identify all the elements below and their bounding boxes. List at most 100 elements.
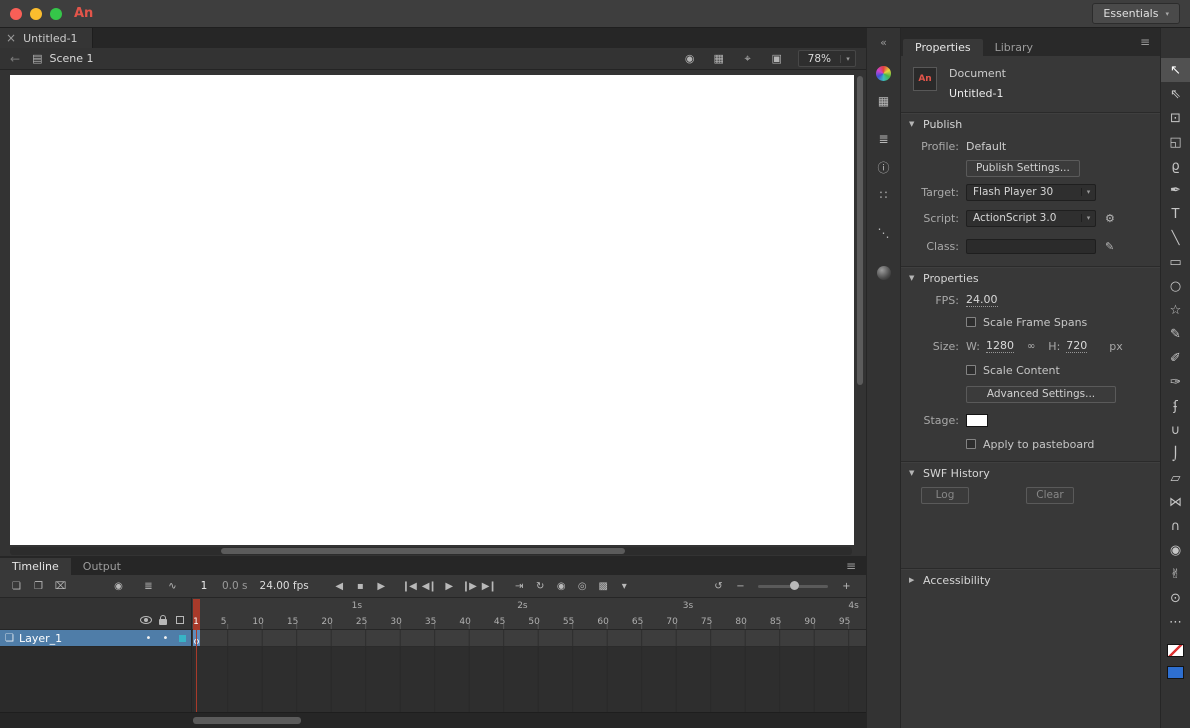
frame-rate-readout[interactable]: 24.00 fps (260, 580, 309, 592)
zoom-level-select[interactable]: 78% ▾ (798, 50, 856, 67)
document-name[interactable]: Untitled-1 (949, 87, 1006, 100)
expand-panels-button[interactable]: « (867, 32, 900, 52)
publish-settings-button[interactable]: Publish Settings... (966, 160, 1080, 177)
script-settings-wrench-icon[interactable]: ⚙ (1105, 212, 1115, 225)
stop-button[interactable]: ▪ (352, 578, 368, 594)
go-to-last-frame-button[interactable]: ▶❙ (481, 578, 497, 594)
stage-vertical-scrollbar[interactable] (856, 76, 864, 544)
brush-tool[interactable]: ✐ (1161, 346, 1190, 370)
selection-tool[interactable]: ↖ (1161, 58, 1190, 82)
timeline-ruler[interactable]: 1s2s3s4s 1510152025303540455055606570758… (192, 598, 866, 630)
width-tool[interactable]: ⋈ (1161, 490, 1190, 514)
layer-row-layer-1[interactable]: ❏ Layer_1 • • (0, 630, 191, 647)
add-camera-button[interactable]: ◉ (110, 578, 126, 594)
accessibility-section-header[interactable]: ▶ Accessibility (901, 569, 1160, 591)
pencil-tool[interactable]: ✎ (1161, 322, 1190, 346)
eyedropper-tool[interactable]: ⌡ (1161, 442, 1190, 466)
lock-column-icon[interactable] (154, 612, 171, 627)
tab-output[interactable]: Output (71, 558, 133, 575)
timeline-scrollbar[interactable] (0, 712, 866, 728)
text-tool[interactable]: T (1161, 202, 1190, 226)
tab-library[interactable]: Library (983, 39, 1045, 56)
clip-content-button[interactable]: ▣ (768, 51, 786, 67)
snap-magnet-tool[interactable]: ∩ (1161, 514, 1190, 538)
step-back-button[interactable]: ◀❙ (421, 578, 437, 594)
class-input[interactable] (966, 239, 1096, 254)
toolbar-options-button[interactable]: ⋯ (1161, 610, 1190, 634)
center-stage-button[interactable]: ⌖ (739, 51, 757, 67)
transform-panel-icon[interactable]: ∷ (867, 186, 900, 204)
delete-layer-button[interactable]: ⌧ (52, 578, 68, 594)
close-icon[interactable]: × (6, 32, 16, 44)
oval-tool[interactable]: ○ (1161, 274, 1190, 298)
center-frame-button[interactable]: ⇥ (511, 578, 527, 594)
new-folder-button[interactable]: ❐ (30, 578, 46, 594)
timeline-zoom-slider[interactable] (758, 585, 828, 588)
frames-area[interactable]: 1s2s3s4s 1510152025303540455055606570758… (192, 598, 866, 712)
height-value[interactable]: 720 (1066, 339, 1087, 353)
info-panel-icon[interactable]: ⓘ (867, 158, 900, 176)
paint-bucket-tool[interactable]: ∪ (1161, 418, 1190, 442)
rectangle-tool[interactable]: ▭ (1161, 250, 1190, 274)
subselection-tool[interactable]: ⇖ (1161, 82, 1190, 106)
loop-button[interactable]: ↻ (532, 578, 548, 594)
minimize-window-button[interactable] (30, 8, 42, 20)
stage-horizontal-scrollbar-thumb[interactable] (221, 548, 625, 554)
script-select[interactable]: ActionScript 3.0 ▾ (966, 210, 1096, 227)
back-arrow-icon[interactable]: ← (10, 52, 20, 66)
stage-horizontal-scrollbar[interactable] (10, 547, 852, 555)
hand-tool[interactable]: ✌ (1161, 562, 1190, 586)
width-value[interactable]: 1280 (986, 339, 1014, 353)
workspace-switcher[interactable]: Essentials ▾ (1092, 3, 1180, 24)
stage-canvas[interactable] (10, 75, 854, 545)
bone-tool[interactable]: ʄ (1161, 394, 1190, 418)
onion-skin-outlines-button[interactable]: ◎ (574, 578, 590, 594)
target-select[interactable]: Flash Player 30 ▾ (966, 184, 1096, 201)
eraser-tool[interactable]: ▱ (1161, 466, 1190, 490)
tab-properties[interactable]: Properties (903, 39, 983, 56)
timeline-zoom-out-button[interactable]: − (732, 578, 748, 594)
scale-content-checkbox[interactable] (966, 365, 976, 375)
class-edit-pencil-icon[interactable]: ✎ (1105, 240, 1114, 253)
line-tool[interactable]: ╲ (1161, 226, 1190, 250)
gradient-transform-tool[interactable]: ◱ (1161, 130, 1190, 154)
close-window-button[interactable] (10, 8, 22, 20)
timeline-zoom-in-button[interactable]: + (838, 578, 854, 594)
timeline-menu-icon[interactable]: ≡ (846, 559, 856, 573)
fps-value[interactable]: 24.00 (966, 293, 998, 307)
align-panel-icon[interactable]: ≣ (867, 130, 900, 148)
layer-visibility-toggle[interactable]: • (140, 633, 157, 644)
stage-vertical-scrollbar-thumb[interactable] (857, 76, 863, 385)
lasso-tool[interactable]: ϱ (1161, 154, 1190, 178)
stage-fill-button[interactable]: ▦ (710, 51, 728, 67)
color-panel-icon[interactable] (867, 64, 900, 82)
stage-color-swatch[interactable] (966, 414, 988, 427)
link-dimensions-icon[interactable]: ∞ (1027, 341, 1035, 352)
swatches-panel-icon[interactable]: ▦ (867, 92, 900, 110)
swf-log-button[interactable]: Log (921, 487, 969, 504)
play-button[interactable]: ▶ (441, 578, 457, 594)
motion-presets-panel-icon[interactable] (867, 264, 900, 282)
advanced-settings-button[interactable]: Advanced Settings... (966, 386, 1116, 403)
layer-1-frames-row[interactable] (192, 630, 866, 647)
fill-color-swatch[interactable] (1167, 666, 1184, 679)
stroke-color-swatch[interactable] (1167, 644, 1184, 657)
go-to-first-frame-button[interactable]: ❙◀ (401, 578, 417, 594)
properties-menu-icon[interactable]: ≡ (1140, 35, 1150, 49)
timeline-zoom-slider-knob[interactable] (790, 581, 799, 590)
publish-section-header[interactable]: ▼ Publish (901, 113, 1160, 135)
modify-markers-button[interactable]: ▾ (616, 578, 632, 594)
outline-column-icon[interactable] (171, 612, 188, 627)
reset-timeline-zoom-button[interactable]: ↺ (710, 578, 726, 594)
next-keyframe-button[interactable]: ▶ (373, 578, 389, 594)
layer-lock-toggle[interactable]: • (157, 633, 174, 644)
tab-timeline[interactable]: Timeline (0, 558, 71, 575)
swf-clear-button[interactable]: Clear (1026, 487, 1074, 504)
new-layer-button[interactable]: ❏ (8, 578, 24, 594)
brush-library-panel-icon[interactable]: ⋱ (867, 224, 900, 242)
free-transform-tool[interactable]: ⊡ (1161, 106, 1190, 130)
camera-tool[interactable]: ◉ (1161, 538, 1190, 562)
show-parenting-button[interactable]: ≣ (140, 578, 156, 594)
onion-skin-button[interactable]: ◉ (553, 578, 569, 594)
paint-brush-tool[interactable]: ✑ (1161, 370, 1190, 394)
